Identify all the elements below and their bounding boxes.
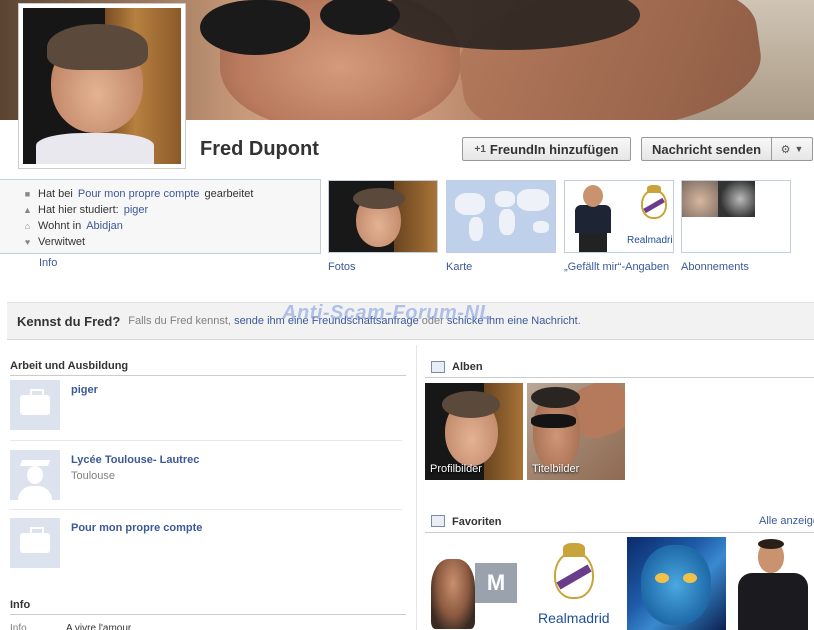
hometown-link[interactable]: Abidjan <box>86 220 123 232</box>
tab-photos[interactable]: Fotos <box>328 261 356 273</box>
work-entry-title[interactable]: piger <box>71 384 98 396</box>
show-all-favorites-link[interactable]: Alle anzeige <box>759 515 814 527</box>
house-icon: ⌂ <box>24 221 31 231</box>
favorites-icon <box>431 515 445 527</box>
heart-icon: ♥ <box>24 237 31 247</box>
info-line-relationship: ♥ Verwitwet <box>22 234 320 250</box>
school-entry-location: Toulouse <box>71 470 116 482</box>
school-entry-title[interactable]: Lycée Toulouse- Lautrec <box>71 454 199 466</box>
profile-name[interactable]: Fred Dupont <box>200 138 319 161</box>
add-friend-label: FreundIn hinzufügen <box>489 141 619 157</box>
info-row-label: Info <box>10 623 27 630</box>
favorite-real-madrid[interactable]: Realmadrid <box>527 537 621 630</box>
info-line-work: ■ Hat bei Pour mon propre compte gearbei… <box>22 186 320 202</box>
settings-dropdown-button[interactable]: ⚙ ▼ <box>771 137 813 161</box>
add-friend-icon: +1 <box>474 143 486 155</box>
info-summary-box: ■ Hat bei Pour mon propre compte gearbei… <box>0 179 321 254</box>
briefcase-icon <box>10 518 60 568</box>
photos-thumbnail[interactable] <box>328 180 438 253</box>
graduation-cap-icon <box>10 450 60 500</box>
favorite-mtv[interactable]: M <box>427 537 521 630</box>
info-heading: Info <box>10 599 31 611</box>
tab-likes[interactable]: „Gefällt mir“-Angaben <box>564 261 669 273</box>
gear-icon: ⚙ <box>780 143 791 156</box>
map-thumbnail[interactable] <box>446 180 556 253</box>
tab-subscriptions[interactable]: Abonnements <box>681 261 749 273</box>
real-madrid-logo-text: Realmadrid <box>627 235 674 246</box>
workplace-link[interactable]: Pour mon propre compte <box>78 188 200 200</box>
subscriptions-thumbnail[interactable] <box>681 180 791 253</box>
work-entry-title[interactable]: Pour mon propre compte <box>71 522 202 534</box>
album-profile-pictures[interactable]: Profilbilder <box>425 383 523 480</box>
favorite-football-player[interactable] <box>732 537 814 630</box>
know-fred-title: Kennst du Fred? <box>17 313 121 329</box>
info-row-value: A vivre l'amour <box>66 623 132 630</box>
tab-map[interactable]: Karte <box>446 261 472 273</box>
real-madrid-logo-text: Realmadrid <box>538 610 610 626</box>
briefcase-icon <box>10 380 60 430</box>
albums-heading[interactable]: Alben <box>452 361 483 373</box>
work-education-heading: Arbeit und Ausbildung <box>10 360 129 372</box>
album-caption: Profilbilder <box>430 463 482 475</box>
likes-thumbnail[interactable]: Realmadrid <box>564 180 674 253</box>
info-line-study: ▲ Hat hier studiert: piger <box>23 204 149 216</box>
school-link[interactable]: piger <box>124 204 148 216</box>
tab-info[interactable]: Info <box>39 257 57 269</box>
graduation-cap-icon: ▲ <box>23 205 32 215</box>
album-icon <box>431 361 445 373</box>
chevron-down-icon: ▼ <box>794 144 804 154</box>
briefcase-icon: ■ <box>24 189 31 199</box>
info-line-home: ⌂ Wohnt in Abidjan <box>22 218 320 234</box>
profile-picture[interactable] <box>18 3 186 169</box>
album-cover-photos[interactable]: Titelbilder <box>527 383 625 480</box>
player-image <box>571 185 615 252</box>
send-message-button[interactable]: Nachricht senden <box>641 137 771 161</box>
add-friend-button[interactable]: +1 FreundIn hinzufügen <box>462 137 631 161</box>
favorite-avatar-movie[interactable] <box>627 537 726 630</box>
favorites-heading: Favoriten <box>452 516 502 528</box>
watermark-text: Anti-Scam-Forum-NL <box>282 302 493 324</box>
real-madrid-crest-icon <box>554 543 594 599</box>
real-madrid-crest-icon <box>641 185 667 219</box>
mtv-logo-icon: M <box>475 563 517 603</box>
album-caption: Titelbilder <box>532 463 580 475</box>
